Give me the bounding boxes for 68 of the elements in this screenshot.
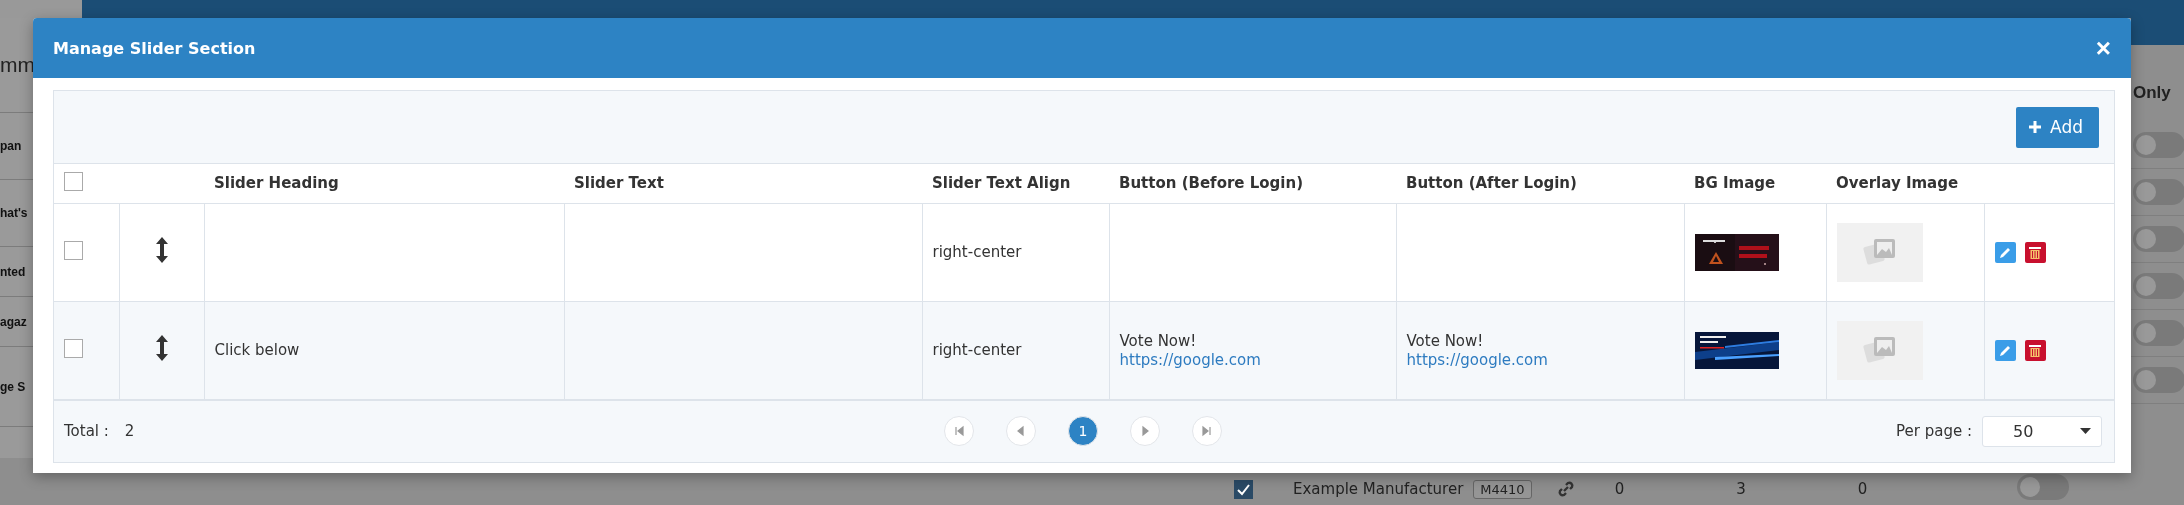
list-item: pan xyxy=(0,139,22,153)
pencil-icon xyxy=(1998,343,2012,357)
list-item: ge S xyxy=(0,379,26,394)
image-placeholder-icon xyxy=(1862,237,1897,267)
toggle-switch[interactable] xyxy=(2133,273,2184,299)
close-button[interactable]: × xyxy=(2095,35,2111,61)
column-header: Slider Text Align xyxy=(922,164,1109,203)
first-page-icon xyxy=(953,425,965,438)
drag-handle-icon[interactable] xyxy=(155,237,168,263)
button-link[interactable]: https://google.com xyxy=(1119,351,1261,369)
button-label: Vote Now! xyxy=(1119,331,1198,351)
checkmark-icon xyxy=(1237,482,1250,496)
manufacturer-name: Example Manufacturer xyxy=(1293,480,1464,498)
prev-page-icon xyxy=(1015,425,1027,438)
toggle-switch[interactable] xyxy=(2133,226,2184,252)
plus-icon xyxy=(2028,120,2043,134)
code-tag: M4410 xyxy=(1473,479,1532,499)
toggle-switch[interactable] xyxy=(2133,367,2184,393)
trash-icon xyxy=(2029,245,2041,259)
last-page-button[interactable] xyxy=(1192,416,1222,447)
row-checkbox[interactable] xyxy=(64,240,83,260)
page-button[interactable]: 1 xyxy=(1068,416,1098,447)
per-page-select[interactable]: 50 xyxy=(1982,415,2102,447)
pencil-icon xyxy=(1998,245,2012,259)
column-header: Button (After Login) xyxy=(1396,164,1684,203)
image-placeholder-icon xyxy=(1862,335,1897,365)
column-header: BG Image xyxy=(1684,164,1826,203)
column-header: Button (Before Login) xyxy=(1109,164,1396,203)
column-header: Overlay Image xyxy=(1826,164,1984,203)
edit-button[interactable] xyxy=(1994,339,2016,361)
select-all-checkbox[interactable] xyxy=(64,171,83,191)
next-page-icon xyxy=(1139,425,1151,438)
table-cell-text: Click below xyxy=(214,340,301,360)
button-label: Vote Now! xyxy=(1406,331,1485,351)
next-page-button[interactable] xyxy=(1130,416,1160,447)
column-header: Only xyxy=(2133,82,2171,103)
delete-button[interactable] xyxy=(2024,339,2046,361)
column-header: Slider Text xyxy=(564,164,922,203)
total-count: 2 xyxy=(124,422,135,441)
toggle-switch[interactable] xyxy=(2017,474,2070,500)
count-cell: 3 xyxy=(1736,480,1746,498)
column-header: Slider Heading xyxy=(204,164,564,203)
row-checkbox[interactable] xyxy=(64,338,83,358)
last-page-icon xyxy=(1201,425,1213,438)
total-label: Total : xyxy=(64,422,109,441)
trash-icon xyxy=(2029,343,2041,357)
toggle-switch[interactable] xyxy=(2133,320,2184,346)
add-button[interactable]: Add xyxy=(2016,106,2099,148)
list-item: nted xyxy=(0,264,26,279)
link-icon[interactable] xyxy=(1556,480,1575,498)
table-cell-text: right-center xyxy=(932,340,1023,360)
first-page-button[interactable] xyxy=(944,416,974,447)
per-page-label: Per page : xyxy=(1896,422,1972,441)
caret-icon xyxy=(2080,428,2091,435)
row-checkbox[interactable] xyxy=(1234,479,1253,499)
toggle-switch[interactable] xyxy=(2133,179,2184,205)
button-link[interactable]: https://google.com xyxy=(1406,351,1548,369)
previous-page-button[interactable] xyxy=(1006,416,1036,447)
table-cell-text: right-center xyxy=(932,242,1023,262)
edit-button[interactable] xyxy=(1994,241,2016,263)
drag-handle-icon[interactable] xyxy=(155,335,168,361)
list-item: hat's xyxy=(0,206,28,220)
delete-button[interactable] xyxy=(2024,241,2046,263)
toggle-switch[interactable] xyxy=(2133,132,2184,158)
modal-title: Manage Slider Section xyxy=(53,38,256,58)
count-cell: 0 xyxy=(1857,480,1868,498)
list-item: agaz xyxy=(0,314,27,329)
count-cell: 0 xyxy=(1614,480,1625,498)
